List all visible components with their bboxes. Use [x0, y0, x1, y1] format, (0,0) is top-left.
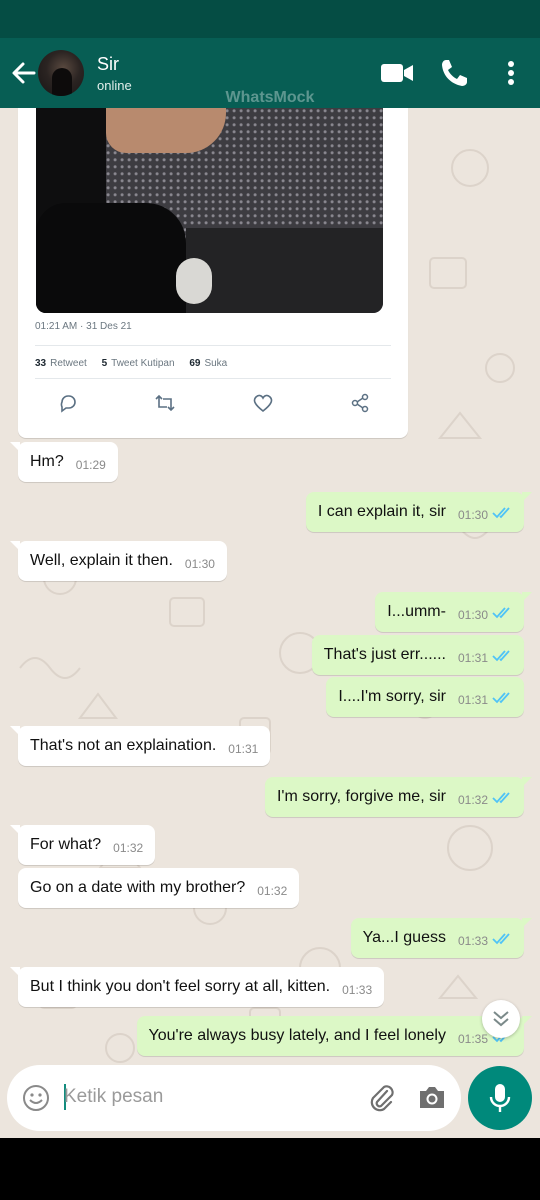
message-incoming[interactable]: That's not an explaination. 01:31: [9, 726, 271, 766]
message-input[interactable]: Ketik pesan: [64, 1086, 163, 1108]
message-incoming[interactable]: Hm? 01:29: [10, 442, 118, 482]
back-arrow-icon[interactable]: [8, 56, 38, 90]
message-outgoing[interactable]: That's just err...... 01:31: [311, 635, 524, 675]
message-time: 01:32: [457, 793, 488, 807]
attach-icon[interactable]: [367, 1083, 397, 1113]
divider: [35, 345, 391, 346]
chat-area[interactable]: 01:21 AM · 31 Des 21 33 Retweet 5 Tweet Ku…: [0, 108, 540, 1138]
message-composer[interactable]: Ketik pesan: [7, 1065, 461, 1131]
scroll-to-bottom-button[interactable]: [482, 1000, 520, 1038]
microphone-icon: [489, 1084, 511, 1112]
message-incoming[interactable]: Go on a date with my brother? 01:32: [18, 868, 300, 908]
message-time: 01:31: [228, 742, 259, 756]
message-text: Well, explain it then.: [30, 552, 173, 569]
message-text: I can explain it, sir: [317, 503, 446, 520]
read-ticks-icon: [492, 933, 510, 945]
reply-icon: [60, 395, 76, 413]
like-icon: [253, 394, 273, 413]
emoji-icon[interactable]: [22, 1084, 50, 1112]
divider: [35, 378, 391, 379]
system-navigation-bar: [0, 1138, 540, 1200]
message-text: That's not an explaination.: [30, 737, 217, 754]
read-ticks-icon: [492, 607, 510, 619]
double-chevron-down-icon: [493, 1011, 509, 1027]
quote-count: 5: [101, 358, 108, 369]
tweet-photo[interactable]: [36, 108, 383, 313]
tweet-stats: 33 Retweet 5 Tweet Kutipan 69 Suka: [35, 358, 227, 369]
like-label: Suka: [204, 358, 228, 369]
message-outgoing[interactable]: I....I'm sorry, sir 01:31: [326, 677, 524, 717]
image-message[interactable]: 01:21 AM · 31 Des 21 33 Retweet 5 Tweet Ku…: [18, 108, 408, 438]
quote-label: Tweet Kutipan: [111, 358, 175, 369]
message-incoming[interactable]: But I think you don't feel sorry at all,…: [9, 967, 385, 1007]
message-time: 01:31: [457, 693, 488, 707]
message-text: I'm sorry, forgive me, sir: [276, 788, 446, 805]
retweet-label: Retweet: [50, 358, 87, 369]
message-time: 01:30: [457, 608, 488, 622]
share-icon: [351, 393, 369, 413]
retweet-icon: [155, 394, 175, 412]
contact-name[interactable]: Sir: [97, 54, 119, 75]
voice-call-icon[interactable]: [440, 58, 468, 88]
message-text: Ya...I guess: [362, 929, 446, 946]
message-outgoing[interactable]: Ya...I guess 01:33: [350, 918, 533, 958]
message-time: 01:33: [342, 983, 373, 997]
message-text: I....I'm sorry, sir: [338, 688, 446, 705]
message-outgoing[interactable]: I...umm- 01:30: [375, 592, 532, 632]
watermark: WhatsMock: [225, 89, 315, 106]
message-outgoing[interactable]: I'm sorry, forgive me, sir 01:32: [264, 777, 533, 817]
read-ticks-icon: [492, 792, 510, 804]
retweet-count: 33: [35, 358, 47, 369]
tweet-timestamp: 01:21 AM · 31 Des 21: [35, 321, 132, 332]
message-text: Go on a date with my brother?: [30, 879, 246, 896]
camera-icon[interactable]: [417, 1084, 447, 1110]
message-text: But I think you don't feel sorry at all,…: [30, 978, 331, 995]
message-time: 01:30: [184, 557, 215, 571]
read-ticks-icon: [492, 692, 510, 704]
message-time: 01:32: [113, 841, 144, 855]
read-ticks-icon: [492, 507, 510, 519]
message-time: 01:31: [457, 651, 488, 665]
message-text: Hm?: [30, 453, 64, 470]
message-time: 01:29: [75, 458, 106, 472]
message-time: 01:30: [457, 508, 488, 522]
message-outgoing[interactable]: I can explain it, sir 01:30: [305, 492, 533, 532]
video-call-icon[interactable]: [380, 62, 414, 84]
message-text: I...umm-: [387, 603, 446, 620]
message-text: For what?: [30, 836, 102, 853]
status-bar: [0, 0, 540, 38]
message-incoming[interactable]: For what? 01:32: [9, 825, 156, 865]
message-text: That's just err......: [323, 646, 446, 663]
message-outgoing[interactable]: You're always busy lately, and I feel lo…: [136, 1016, 533, 1056]
voice-message-button[interactable]: [468, 1066, 532, 1130]
message-time: 01:33: [457, 934, 488, 948]
like-count: 69: [189, 358, 201, 369]
more-options-icon[interactable]: [504, 60, 518, 88]
message-text: You're always busy lately, and I feel lo…: [148, 1027, 446, 1044]
message-time: 01:32: [257, 884, 288, 898]
read-ticks-icon: [492, 650, 510, 662]
message-incoming[interactable]: Well, explain it then. 01:30: [10, 541, 227, 581]
